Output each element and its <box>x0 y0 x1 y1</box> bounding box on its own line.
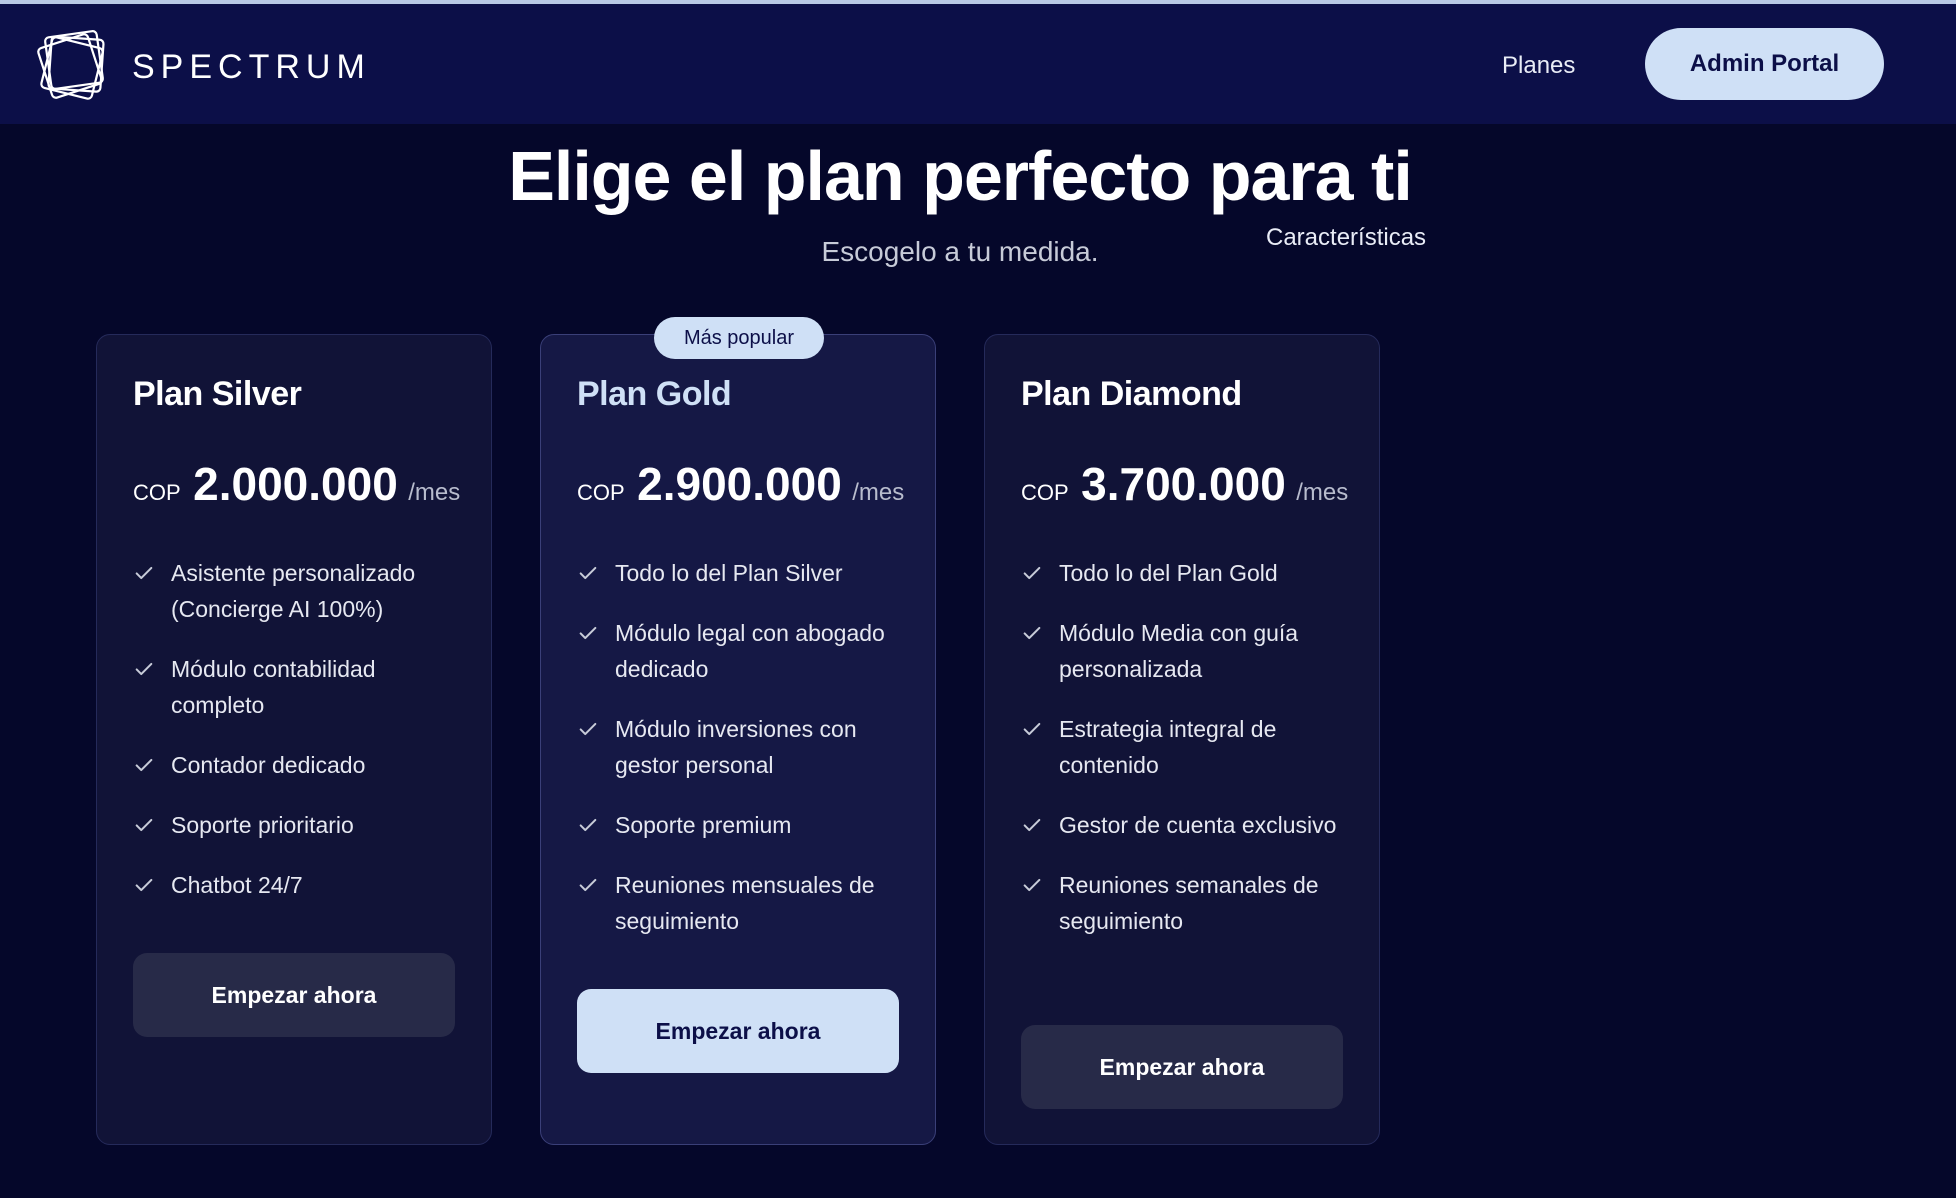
feature-text: Gestor de cuenta exclusivo <box>1059 812 1337 838</box>
feature-text: Reuniones semanales de seguimiento <box>1059 872 1319 934</box>
start-now-button-diamond[interactable]: Empezar ahora <box>1021 1025 1343 1109</box>
feature-text: Asistente personalizado (Concierge AI 10… <box>171 560 416 622</box>
check-icon <box>1021 711 1059 747</box>
feature-list: Todo lo del Plan Gold Módulo Media con g… <box>1021 555 1361 963</box>
check-icon <box>133 747 171 783</box>
check-icon <box>577 807 615 843</box>
plan-card-silver: Plan Silver COP 2.000.000 /mes Asistente… <box>96 334 492 1145</box>
plan-name: Plan Silver <box>133 375 302 413</box>
check-icon <box>577 867 615 903</box>
check-icon <box>133 555 171 591</box>
check-icon <box>577 615 615 651</box>
admin-portal-button[interactable]: Admin Portal <box>1645 28 1884 100</box>
feature-text: Todo lo del Plan Silver <box>615 560 843 586</box>
plan-card-diamond: Plan Diamond COP 3.700.000 /mes Todo lo … <box>984 334 1380 1145</box>
feature-item: Módulo inversiones con gestor personal <box>577 711 917 783</box>
brand-name[interactable]: SPECTRUM <box>132 48 371 87</box>
price-currency: COP <box>1021 480 1069 505</box>
feature-text: Módulo contabilidad completo <box>171 656 376 718</box>
feature-text: Reuniones mensuales de seguimiento <box>615 872 875 934</box>
feature-item: Chatbot 24/7 <box>133 867 473 903</box>
feature-item: Gestor de cuenta exclusivo <box>1021 807 1361 843</box>
price: COP 2.000.000 /mes <box>133 457 460 511</box>
price-period: /mes <box>408 479 461 506</box>
feature-text: Chatbot 24/7 <box>171 872 303 898</box>
check-icon <box>577 555 615 591</box>
feature-text: Soporte prioritario <box>171 812 354 838</box>
feature-item: Asistente personalizado (Concierge AI 10… <box>133 555 473 627</box>
spectrum-logo-icon[interactable] <box>34 26 114 102</box>
feature-item: Módulo legal con abogado dedicado <box>577 615 917 687</box>
feature-text: Soporte premium <box>615 812 792 838</box>
feature-item: Reuniones semanales de seguimiento <box>1021 867 1361 939</box>
plan-card-gold: Más popular Plan Gold COP 2.900.000 /mes… <box>540 317 936 1145</box>
feature-item: Soporte prioritario <box>133 807 473 843</box>
page-subtitle: Escogelo a tu medida. <box>821 236 1099 267</box>
price: COP 2.900.000 /mes <box>577 457 904 511</box>
price-period: /mes <box>1296 479 1349 506</box>
feature-list: Todo lo del Plan Silver Módulo legal con… <box>577 555 917 963</box>
page-title: Elige el plan perfecto para ti <box>508 137 1413 215</box>
feature-text: Módulo inversiones con gestor personal <box>615 716 857 778</box>
check-icon <box>577 711 615 747</box>
feature-item: Soporte premium <box>577 807 917 843</box>
feature-item: Estrategia integral de contenido <box>1021 711 1361 783</box>
plan-name: Plan Diamond <box>1021 375 1242 413</box>
check-icon <box>1021 615 1059 651</box>
feature-text: Contador dedicado <box>171 752 366 778</box>
price-currency: COP <box>577 480 625 505</box>
price-currency: COP <box>133 480 181 505</box>
most-popular-badge: Más popular <box>654 317 824 359</box>
plan-name: Plan Gold <box>577 375 732 413</box>
feature-item: Todo lo del Plan Silver <box>577 555 917 591</box>
start-now-button-gold[interactable]: Empezar ahora <box>577 989 899 1073</box>
nav-link-planes[interactable]: Planes <box>1502 52 1575 80</box>
feature-text: Módulo legal con abogado dedicado <box>615 620 885 682</box>
feature-text: Todo lo del Plan Gold <box>1059 560 1278 586</box>
price-amount: 2.900.000 <box>637 458 842 510</box>
price-amount: 3.700.000 <box>1081 458 1286 510</box>
start-now-button-silver[interactable]: Empezar ahora <box>133 953 455 1037</box>
feature-text: Módulo Media con guía personalizada <box>1059 620 1299 682</box>
check-icon <box>1021 807 1059 843</box>
check-icon <box>1021 555 1059 591</box>
navbar: SPECTRUM Características Planes Admin Po… <box>0 4 1956 251</box>
price-period: /mes <box>852 479 905 506</box>
feature-item: Reuniones mensuales de seguimiento <box>577 867 917 939</box>
feature-item: Módulo contabilidad completo <box>133 651 473 723</box>
check-icon <box>133 867 171 903</box>
check-icon <box>133 807 171 843</box>
feature-item: Todo lo del Plan Gold <box>1021 555 1361 591</box>
feature-item: Contador dedicado <box>133 747 473 783</box>
price-amount: 2.000.000 <box>193 458 398 510</box>
check-icon <box>133 651 171 687</box>
check-icon <box>1021 867 1059 903</box>
feature-list: Asistente personalizado (Concierge AI 10… <box>133 555 473 927</box>
feature-text: Estrategia integral de contenido <box>1059 716 1277 778</box>
price: COP 3.700.000 /mes <box>1021 457 1348 511</box>
feature-item: Módulo Media con guía personalizada <box>1021 615 1361 687</box>
